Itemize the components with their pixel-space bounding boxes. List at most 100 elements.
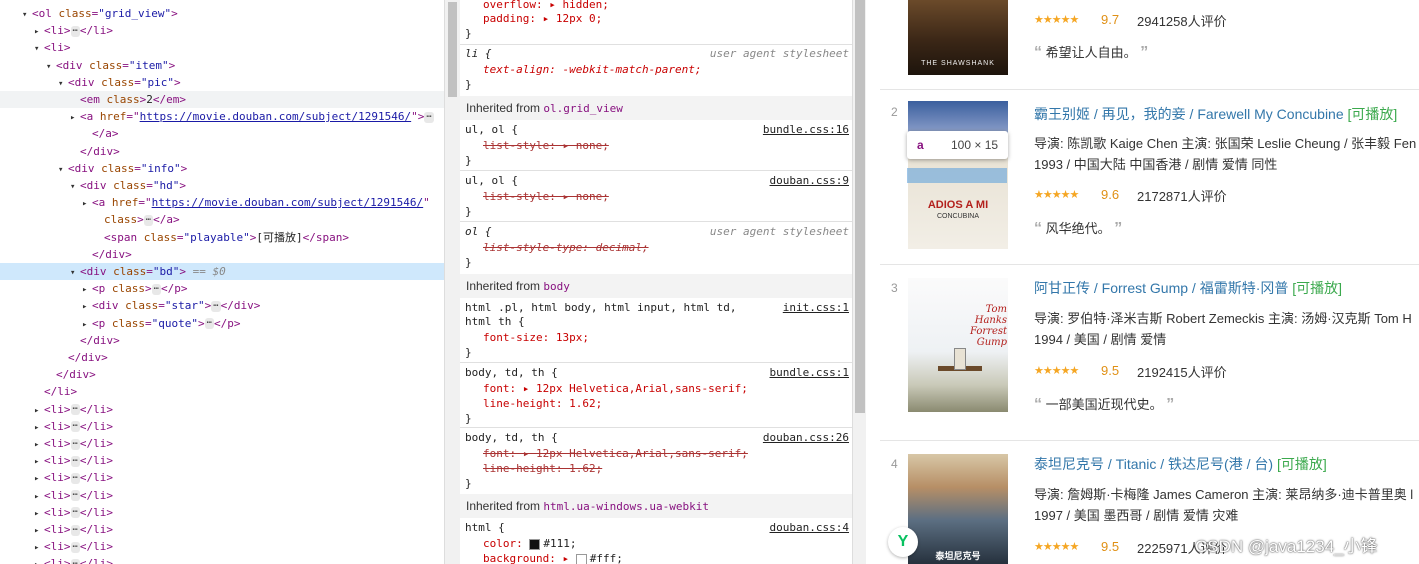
- color-swatch-icon[interactable]: [529, 538, 541, 550]
- movie-title[interactable]: 泰坦尼克号: [1034, 456, 1104, 472]
- dom-lnk[interactable]: https://movie.douban.com/subject/1291546…: [140, 110, 412, 123]
- ellipsis-icon[interactable]: ⋯: [70, 404, 80, 416]
- elements-scrollbar[interactable]: [444, 0, 460, 564]
- ellipsis-icon[interactable]: ⋯: [70, 541, 80, 553]
- style-list-style[interactable]: list-style: ▸ none;: [465, 138, 851, 154]
- movie-title[interactable]: 霸王别姬: [1034, 106, 1090, 122]
- dom-node-line[interactable]: </div>: [0, 143, 444, 160]
- ellipsis-icon[interactable]: ⋯: [70, 524, 80, 536]
- rule-ulol-bundle[interactable]: ul, ol {bundle.css:16: [465, 122, 851, 138]
- dom-node-line[interactable]: ▾ <div class="pic">: [0, 74, 444, 91]
- ellipsis-icon[interactable]: ⋯: [70, 421, 80, 433]
- ellipsis-icon[interactable]: ⋯: [204, 318, 215, 330]
- movie-poster[interactable]: 泰坦尼克号: [908, 454, 1008, 564]
- rule-source-link[interactable]: douban.css:26: [763, 430, 849, 446]
- style-text-align[interactable]: text-align: -webkit-match-parent;: [465, 62, 851, 78]
- rule-source-link[interactable]: bundle.css:1: [770, 365, 849, 381]
- rule-body-td-th-douban[interactable]: body, td, th {douban.css:26: [465, 430, 851, 446]
- dom-node-line[interactable]: </div>: [0, 366, 444, 383]
- dom-node-line[interactable]: ▾ <ol class="grid_view">: [0, 5, 444, 22]
- movie-other-title[interactable]: / Forrest Gump / 福雷斯特·冈普: [1094, 280, 1288, 296]
- movie-title-link[interactable]: 阿甘正传 / Forrest Gump / 福雷斯特·冈普 [可播放]: [1034, 278, 1342, 298]
- rule-ulol-douban[interactable]: ul, ol {douban.css:9: [465, 173, 851, 189]
- movie-title[interactable]: 阿甘正传: [1034, 280, 1090, 296]
- dom-tag: <a: [92, 196, 112, 210]
- ellipsis-icon[interactable]: ⋯: [70, 558, 80, 564]
- dom-node-line[interactable]: ▸ <div class="star"> ⋯ </div>: [0, 297, 444, 314]
- dom-node-line[interactable]: </li>: [0, 383, 444, 400]
- styles-scrollbar[interactable]: [852, 0, 867, 564]
- rule-source-link[interactable]: bundle.css:16: [763, 122, 849, 138]
- movie-title-link[interactable]: 霸王别姬 / 再见，我的妾 / Farewell My Concubine [可…: [1034, 104, 1397, 124]
- style-padding[interactable]: padding: ▸ 12px 0;: [465, 11, 851, 27]
- expand-triangle-icon[interactable]: ▸: [34, 557, 44, 564]
- style-list-style[interactable]: list-style: ▸ none;: [465, 189, 851, 205]
- dom-node-line[interactable]: ▸<li>⋯</li>: [0, 538, 444, 555]
- ellipsis-icon[interactable]: ⋯: [70, 507, 80, 519]
- ellipsis-icon[interactable]: ⋯: [151, 283, 162, 295]
- dom-node-line[interactable]: </div>: [0, 349, 444, 366]
- dom-node-line[interactable]: ▸ <p class> ⋯ </p>: [0, 280, 444, 297]
- dom-node-line[interactable]: </div>: [0, 246, 444, 263]
- dom-node-line[interactable]: ▾ <div class="item">: [0, 57, 444, 74]
- movie-other-title[interactable]: / Titanic / 铁达尼号(港 / 台): [1108, 456, 1273, 472]
- inherited-from[interactable]: body: [543, 280, 570, 293]
- dom-node-line[interactable]: ▸<li>⋯</li>: [0, 418, 444, 435]
- ellipsis-icon[interactable]: ⋯: [211, 300, 221, 312]
- ellipsis-icon[interactable]: ⋯: [424, 111, 434, 123]
- ellipsis-icon[interactable]: ⋯: [70, 455, 80, 467]
- dom-node-line[interactable]: ▸<li>⋯</li>: [0, 504, 444, 521]
- movie-poster[interactable]: THE SHAWSHANK: [908, 0, 1008, 75]
- rule-ol-ua[interactable]: ol {user agent stylesheet: [465, 224, 851, 240]
- movie-poster[interactable]: Tom Hanks Forrest Gump: [908, 278, 1008, 412]
- ellipsis-icon[interactable]: ⋯: [70, 25, 80, 37]
- ellipsis-icon[interactable]: ⋯: [70, 490, 80, 502]
- style-color[interactable]: color: #111;: [465, 536, 851, 552]
- rule-html[interactable]: html {douban.css:4: [465, 520, 851, 536]
- dom-node-line[interactable]: ▸<li>⋯</li>: [0, 22, 444, 39]
- dom-node-line[interactable]: ▾ <li>: [0, 39, 444, 56]
- dom-node-line[interactable]: ▸ <a href="https://movie.douban.com/subje…: [0, 194, 444, 211]
- color-swatch-icon[interactable]: [575, 553, 587, 564]
- dom-node-line[interactable]: ▾ <div class="bd"> == $0: [0, 263, 444, 280]
- movie-title-link[interactable]: 泰坦尼克号 / Titanic / 铁达尼号(港 / 台) [可播放]: [1034, 454, 1327, 474]
- dom-node-line[interactable]: </div>: [0, 332, 444, 349]
- dom-node-line[interactable]: ▸<li>⋯</li>: [0, 452, 444, 469]
- style-font-size[interactable]: font-size: 13px;: [465, 330, 851, 346]
- dom-tag: =": [138, 196, 152, 210]
- rule-body-td-th-bundle[interactable]: body, td, th {bundle.css:1: [465, 365, 851, 381]
- dom-node-line[interactable]: ▾ <div class="hd">: [0, 177, 444, 194]
- rule-source-link[interactable]: douban.css:9: [770, 173, 849, 189]
- dom-node-line[interactable]: ▸<li>⋯</li>: [0, 435, 444, 452]
- movie-other-title[interactable]: / 再见，我的妾 / Farewell My Concubine: [1094, 106, 1344, 122]
- rule-li[interactable]: li {user agent stylesheet: [465, 46, 851, 62]
- dom-node-line[interactable]: ▸ <a href="https://movie.douban.com/subje…: [0, 108, 444, 125]
- ellipsis-icon[interactable]: ⋯: [143, 214, 154, 226]
- dom-node-line[interactable]: ▸<li>⋯</li>: [0, 469, 444, 486]
- style-line-height[interactable]: line-height: 1.62;: [465, 396, 851, 412]
- styles-scrollbar-thumb[interactable]: [855, 0, 865, 413]
- dom-node-line[interactable]: ▸<li>⋯</li>: [0, 487, 444, 504]
- style-list-style-type[interactable]: list-style-type: decimal;: [465, 240, 851, 256]
- style-background[interactable]: background: ▸ #fff;: [465, 551, 851, 564]
- dom-node-line[interactable]: <em class>2</em>: [0, 91, 444, 108]
- inherited-from[interactable]: html.ua-windows.ua-webkit: [543, 500, 709, 513]
- dom-node-line[interactable]: ▸ <p class="quote"> ⋯ </p>: [0, 315, 444, 332]
- dom-node-line[interactable]: <span class="playable">[可播放]</span>: [0, 229, 444, 246]
- dom-node-line[interactable]: ▾ <div class="info">: [0, 160, 444, 177]
- dom-node-line[interactable]: ▸<li>⋯</li>: [0, 555, 444, 564]
- inherited-from[interactable]: ol.grid_view: [543, 102, 622, 115]
- rule-source-link[interactable]: douban.css:4: [770, 520, 849, 536]
- dom-node-line[interactable]: class> ⋯ </a>: [0, 211, 444, 228]
- ellipsis-icon[interactable]: ⋯: [70, 472, 80, 484]
- wechat-icon[interactable]: Y: [888, 527, 918, 557]
- style-font-overridden[interactable]: font: ▸ 12px Helvetica,Arial,sans-serif;: [465, 446, 851, 462]
- elements-scrollbar-thumb[interactable]: [448, 2, 457, 97]
- style-font[interactable]: font: ▸ 12px Helvetica,Arial,sans-serif;: [465, 381, 851, 397]
- dom-lnk[interactable]: https://movie.douban.com/subject/1291546…: [152, 196, 424, 209]
- dom-node-line[interactable]: </a>: [0, 125, 444, 142]
- dom-node-line[interactable]: ▸<li>⋯</li>: [0, 401, 444, 418]
- ellipsis-icon[interactable]: ⋯: [70, 438, 80, 450]
- dom-node-line[interactable]: ▸<li>⋯</li>: [0, 521, 444, 538]
- style-line-height-overridden[interactable]: line-height: 1.62;: [465, 461, 851, 477]
